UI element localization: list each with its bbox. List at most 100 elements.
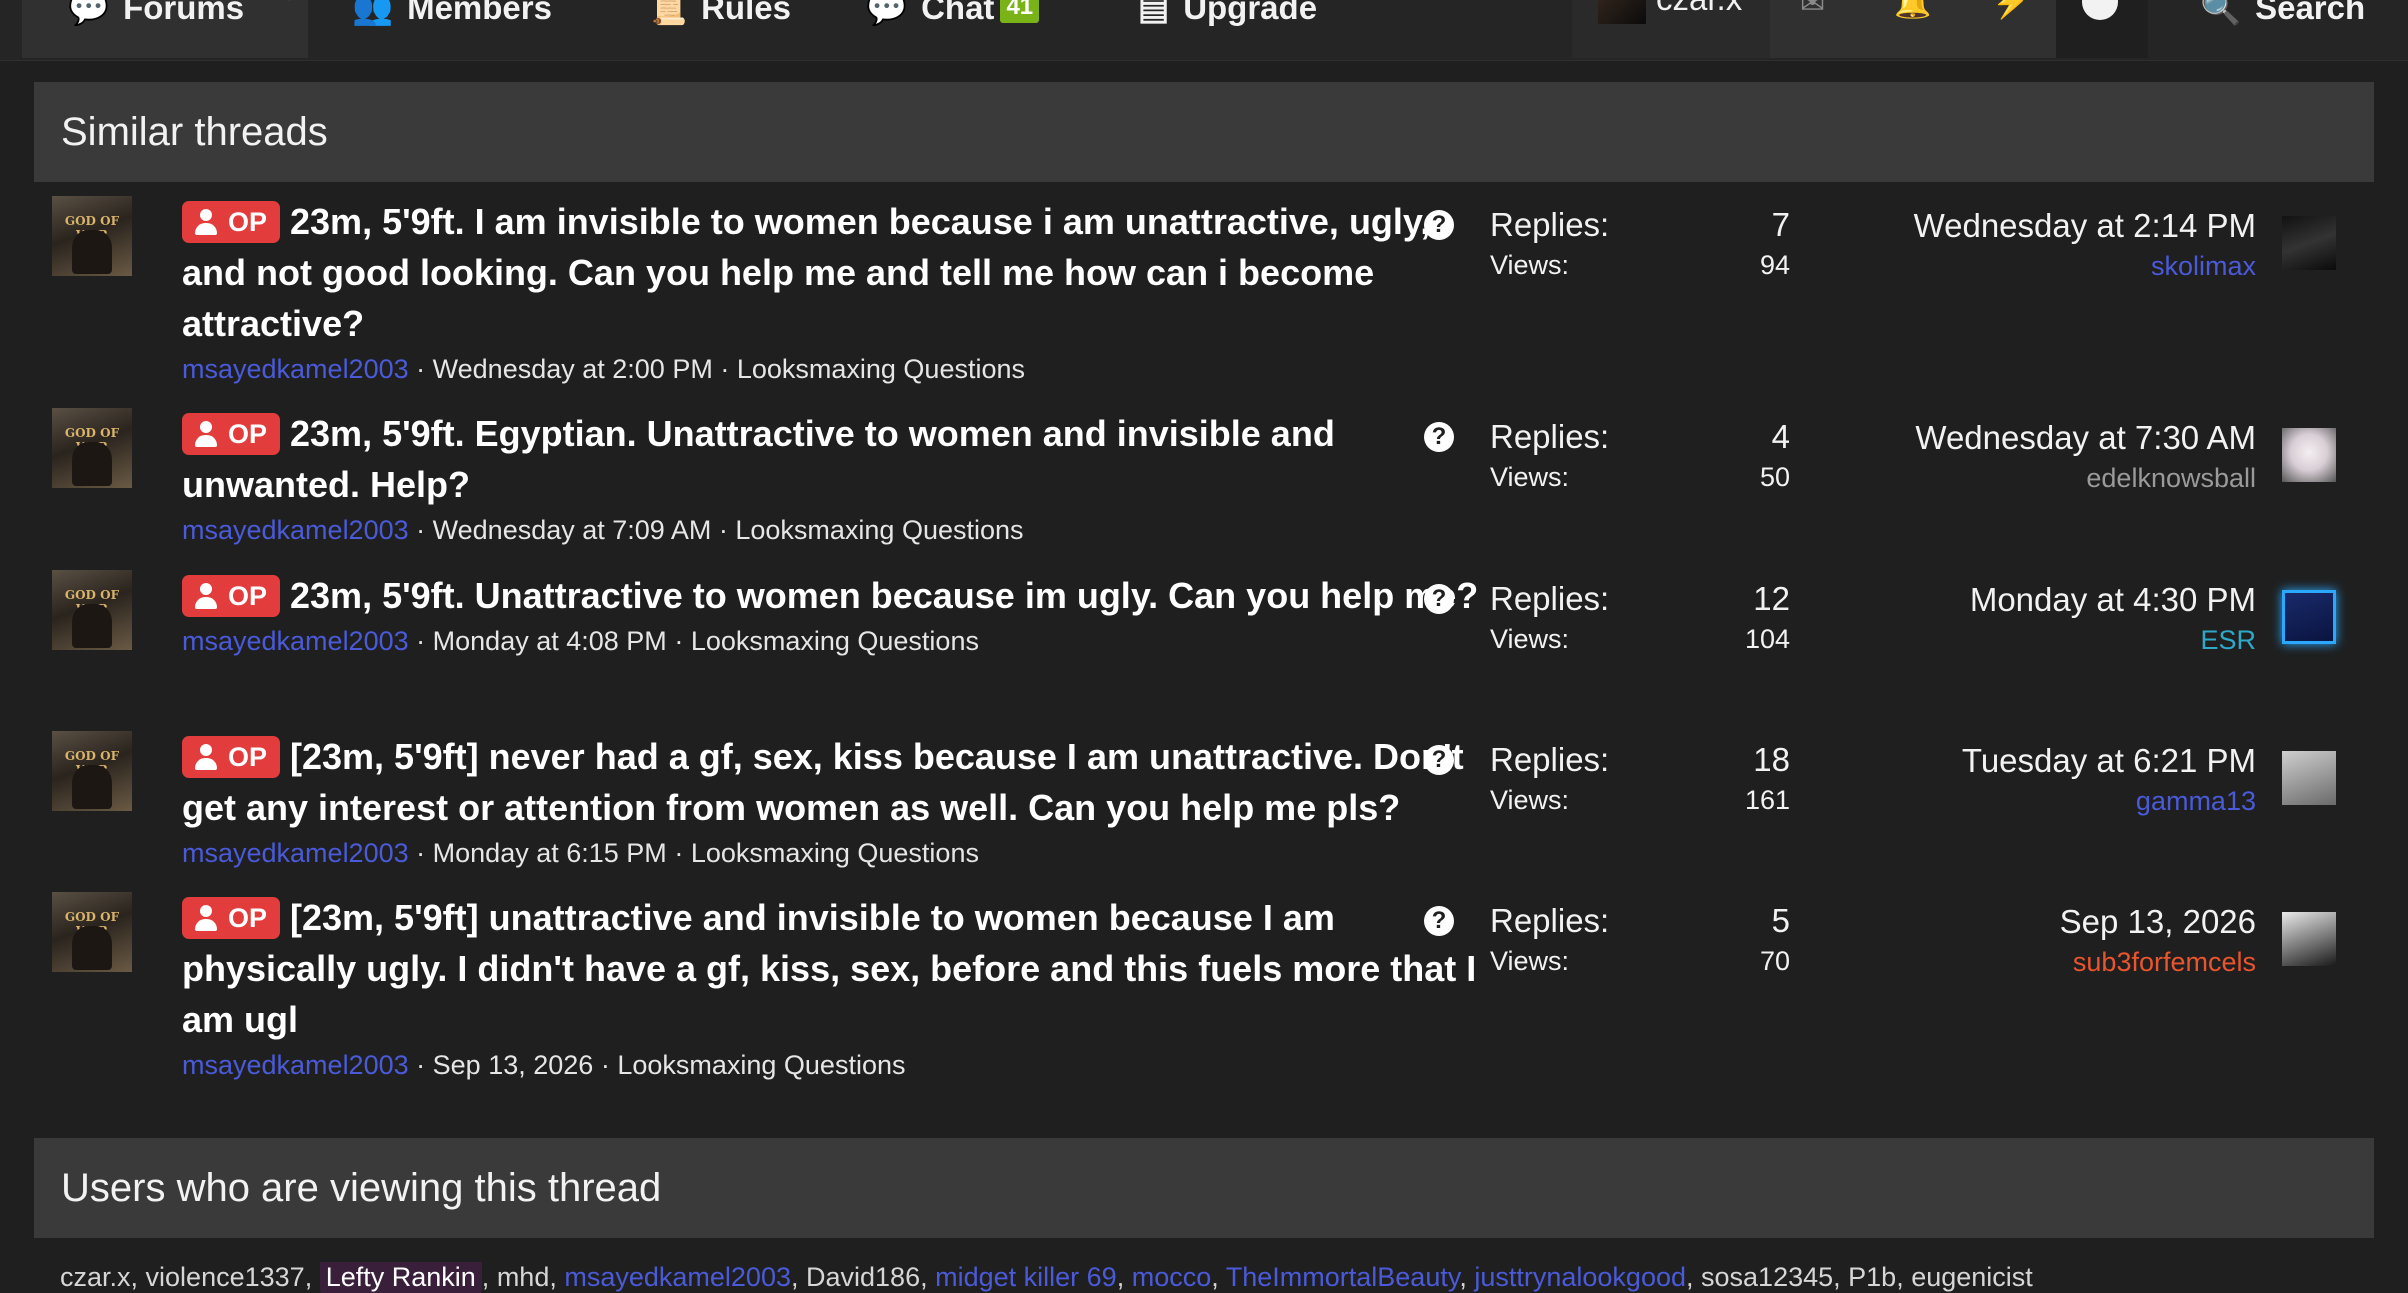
user-icon [194, 583, 218, 609]
last-post: Sep 13, 2026 sub3forfemcels [1656, 902, 2256, 982]
nav-tab-chat[interactable]: 💬 Chat 41 [866, 0, 1040, 58]
thread-meta: msayedkamel2003 · Sep 13, 2026 · Looksma… [182, 1047, 1482, 1083]
thread-forum[interactable]: Looksmaxing Questions [735, 515, 1023, 545]
thread-author[interactable]: msayedkamel2003 [182, 1050, 409, 1080]
viewer-username[interactable]: mhd [497, 1262, 550, 1292]
account-menu[interactable]: czar.x [1572, 0, 1770, 58]
question-icon: ? [1424, 745, 1454, 775]
viewer-username[interactable]: midget killer 69 [935, 1262, 1117, 1292]
last-poster-avatar[interactable] [2282, 751, 2336, 805]
thread-forum[interactable]: Looksmaxing Questions [691, 838, 979, 868]
nav-tab-rules[interactable]: 📜 Rules [646, 0, 791, 58]
thread-title[interactable]: OP 23m, 5'9ft. Egyptian. Unattractive to … [182, 408, 1482, 510]
thread-author[interactable]: msayedkamel2003 [182, 626, 409, 656]
last-poster-avatar[interactable] [2282, 216, 2336, 270]
viewer-username[interactable]: violence1337 [146, 1262, 305, 1292]
chat-count-badge: 41 [1000, 0, 1040, 23]
replies-label: Replies: [1490, 418, 1610, 455]
thread-title[interactable]: OP [23m, 5'9ft] unattractive and invisibl… [182, 892, 1482, 1045]
meta-separator: · [674, 626, 691, 656]
nav-forums-label: Forums [123, 0, 245, 26]
thread-starter-avatar[interactable]: GOD OF WAR [52, 731, 132, 811]
op-label: OP [228, 419, 268, 449]
thread-title-text[interactable]: 23m, 5'9ft. I am invisible to women beca… [182, 201, 1430, 344]
thread-starter-avatar[interactable]: GOD OF WAR [52, 570, 132, 650]
viewer-username[interactable]: sosa12345 [1701, 1262, 1833, 1292]
thread-title-text[interactable]: 23m, 5'9ft. Unattractive to women becaus… [290, 575, 1478, 616]
viewing-users-header: Users who are viewing this thread [34, 1138, 2374, 1238]
last-poster-avatar[interactable] [2282, 590, 2336, 644]
viewer-separator: , [549, 1262, 565, 1292]
last-post-user[interactable]: sub3forfemcels [1656, 942, 2256, 982]
thread-title[interactable]: OP [23m, 5'9ft] never had a gf, sex, kiss… [182, 731, 1482, 833]
avatar [1598, 0, 1646, 24]
thread-author[interactable]: msayedkamel2003 [182, 354, 409, 384]
nav-search-label: Search [2255, 0, 2366, 26]
last-poster-avatar[interactable] [2282, 428, 2336, 482]
viewer-separator: , [920, 1262, 936, 1292]
theme-toggle[interactable] [2056, 0, 2148, 58]
last-post-user[interactable]: ESR [1656, 620, 2256, 660]
nav-search[interactable]: 🔍 Search [2200, 0, 2365, 58]
thread-starter-avatar[interactable]: GOD OF WAR [52, 196, 132, 276]
meta-separator: · [720, 354, 737, 384]
meta-separator: · [416, 515, 433, 545]
last-post-date[interactable]: Tuesday at 6:21 PM [1656, 741, 2256, 781]
last-post-date[interactable]: Sep 13, 2026 [1656, 902, 2256, 942]
viewer-username[interactable]: mocco [1132, 1262, 1212, 1292]
thread-start-date[interactable]: Wednesday at 7:09 AM [433, 515, 712, 545]
viewer-username[interactable]: czar.x [60, 1262, 131, 1292]
inbox-icon[interactable]: ✉ [1800, 0, 1825, 21]
meta-separator: · [416, 626, 433, 656]
nav-upgrade-label: Upgrade [1183, 0, 1318, 26]
thread-starter-avatar[interactable]: GOD OF WAR [52, 408, 132, 488]
nav-tab-forums[interactable]: 💬 Forums ▾ [22, 0, 308, 58]
viewer-separator: , [130, 1262, 146, 1292]
viewer-username[interactable]: justtrynalookgood [1474, 1262, 1686, 1292]
thread-start-date[interactable]: Monday at 4:08 PM [433, 626, 667, 656]
user-icon [194, 209, 218, 235]
avatar-figure [72, 926, 112, 970]
last-post-date[interactable]: Monday at 4:30 PM [1656, 580, 2256, 620]
replies-label: Replies: [1490, 580, 1610, 617]
thread-title-text[interactable]: [23m, 5'9ft] never had a gf, sex, kiss b… [182, 736, 1464, 828]
bolt-icon[interactable]: ⚡ [1992, 0, 2029, 21]
last-post-user[interactable]: skolimax [1656, 246, 2256, 286]
viewing-users-list: czar.x, violence1337, Lefty Rankin, mhd,… [60, 1262, 2360, 1293]
thread-author[interactable]: msayedkamel2003 [182, 515, 409, 545]
thread-title[interactable]: OP 23m, 5'9ft. I am invisible to women be… [182, 196, 1482, 349]
question-icon: ? [1424, 422, 1454, 452]
viewer-username[interactable]: TheImmortalBeauty [1226, 1262, 1460, 1292]
views-label: Views: [1490, 785, 1570, 815]
last-post-user[interactable]: edelknowsball [1656, 458, 2256, 498]
avatar-figure [72, 765, 112, 809]
thread-author[interactable]: msayedkamel2003 [182, 838, 409, 868]
meta-separator: · [416, 838, 433, 868]
viewer-username[interactable]: David186 [806, 1262, 920, 1292]
thread-start-date[interactable]: Monday at 6:15 PM [433, 838, 667, 868]
thread-title-text[interactable]: 23m, 5'9ft. Egyptian. Unattractive to wo… [182, 413, 1335, 505]
last-post-date[interactable]: Wednesday at 2:14 PM [1656, 206, 2256, 246]
viewer-username[interactable]: eugenicist [1911, 1262, 2033, 1292]
last-poster-avatar[interactable] [2282, 912, 2336, 966]
thread-title-text[interactable]: [23m, 5'9ft] unattractive and invisible … [182, 897, 1476, 1040]
viewer-username[interactable]: msayedkamel2003 [564, 1262, 791, 1292]
thread-title[interactable]: OP 23m, 5'9ft. Unattractive to women beca… [182, 570, 1482, 621]
bell-icon[interactable]: 🔔 [1894, 0, 1931, 21]
viewer-username[interactable]: P1b [1848, 1262, 1896, 1292]
viewer-username[interactable]: Lefty Rankin [319, 1262, 482, 1293]
nav-tab-members[interactable]: 👥 Members [352, 0, 552, 58]
meta-separator: · [416, 354, 433, 384]
thread-starter-avatar[interactable]: GOD OF WAR [52, 892, 132, 972]
thread-start-date[interactable]: Sep 13, 2026 [433, 1050, 594, 1080]
nav-tab-upgrade[interactable]: ▤ Upgrade [1138, 0, 1317, 58]
thread-forum[interactable]: Looksmaxing Questions [617, 1050, 905, 1080]
thread-forum[interactable]: Looksmaxing Questions [737, 354, 1025, 384]
chevron-down-icon[interactable]: ▾ [284, 0, 295, 4]
last-post: Tuesday at 6:21 PM gamma13 [1656, 741, 2256, 821]
thread-start-date[interactable]: Wednesday at 2:00 PM [433, 354, 713, 384]
last-post-user[interactable]: gamma13 [1656, 781, 2256, 821]
last-post: Monday at 4:30 PM ESR [1656, 580, 2256, 660]
last-post-date[interactable]: Wednesday at 7:30 AM [1656, 418, 2256, 458]
thread-forum[interactable]: Looksmaxing Questions [691, 626, 979, 656]
